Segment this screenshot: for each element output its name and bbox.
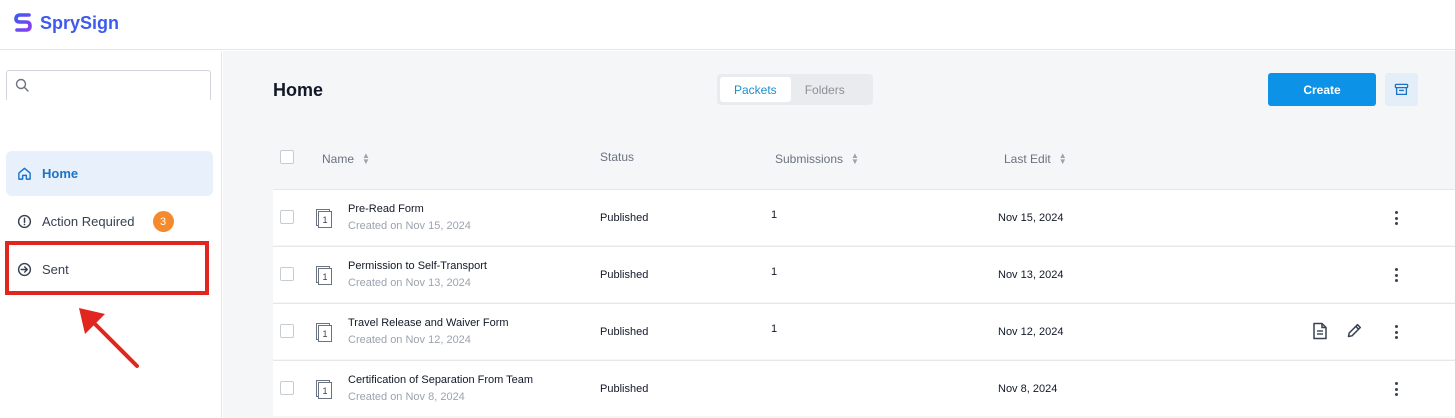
- tab-packets[interactable]: Packets: [720, 77, 791, 102]
- status-text: Published: [600, 326, 649, 338]
- packet-created-date: Created on Nov 13, 2024: [348, 277, 471, 289]
- search-icon: [15, 78, 29, 92]
- archive-button[interactable]: [1385, 73, 1418, 106]
- svg-text:1: 1: [322, 272, 327, 282]
- search-input[interactable]: [6, 70, 211, 100]
- document-icon: 1: [316, 209, 332, 228]
- archive-icon: [1394, 83, 1409, 96]
- status-text: Published: [600, 212, 649, 224]
- alert-circle-icon: [16, 214, 32, 230]
- packet-created-date: Created on Nov 12, 2024: [348, 334, 471, 346]
- sort-icon: ▲ ▼: [362, 151, 370, 166]
- row-checkbox[interactable]: [280, 210, 294, 224]
- submissions-count: 1: [771, 209, 778, 221]
- select-all-checkbox[interactable]: [280, 150, 294, 164]
- sidebar-item-home[interactable]: Home: [6, 151, 213, 196]
- table-row[interactable]: 1 Certification of Separation From Team …: [273, 360, 1455, 416]
- table-row[interactable]: 1 Permission to Self-Transport Created o…: [273, 246, 1455, 302]
- more-options-icon[interactable]: [1391, 323, 1401, 341]
- column-header-name[interactable]: Name ▲ ▼: [322, 151, 370, 167]
- sidebar: Home Action Required 3 Sent: [0, 51, 222, 418]
- sidebar-item-action-required[interactable]: Action Required 3: [6, 199, 213, 244]
- sidebar-item-label: Home: [42, 166, 79, 181]
- packet-created-date: Created on Nov 8, 2024: [348, 391, 465, 403]
- packet-name[interactable]: Permission to Self-Transport: [348, 260, 487, 272]
- document-icon: 1: [316, 266, 332, 285]
- sprysign-logo-icon: [14, 13, 32, 32]
- more-options-icon[interactable]: [1391, 209, 1401, 227]
- main-content: Home Packets Folders Create Name ▲ ▼ Stat…: [223, 51, 1455, 418]
- svg-text:1: 1: [322, 215, 327, 225]
- column-header-last-edit[interactable]: Last Edit ▲ ▼: [1004, 151, 1067, 167]
- packet-name[interactable]: Pre-Read Form: [348, 203, 424, 215]
- page-title: Home: [273, 80, 324, 100]
- packet-name[interactable]: Travel Release and Waiver Form: [348, 317, 509, 329]
- tab-folders[interactable]: Folders: [791, 77, 859, 102]
- svg-text:1: 1: [322, 329, 327, 339]
- row-checkbox[interactable]: [280, 324, 294, 338]
- annotation-arrow-icon: [79, 308, 139, 368]
- row-checkbox[interactable]: [280, 267, 294, 281]
- create-button[interactable]: Create: [1268, 73, 1376, 106]
- home-icon: [16, 166, 32, 182]
- sort-icon: ▲ ▼: [851, 151, 859, 166]
- status-text: Published: [600, 269, 649, 281]
- document-icon: 1: [316, 323, 332, 342]
- top-bar: SprySign: [0, 0, 1455, 50]
- edit-pencil-icon[interactable]: [1346, 322, 1363, 339]
- view-submissions-icon[interactable]: [1312, 322, 1328, 340]
- svg-text:1: 1: [322, 386, 327, 396]
- document-icon: 1: [316, 380, 332, 399]
- last-edit-date: Nov 13, 2024: [998, 269, 1064, 281]
- annotation-highlight-box: [5, 241, 209, 295]
- more-options-icon[interactable]: [1391, 266, 1401, 284]
- last-edit-date: Nov 15, 2024: [998, 212, 1064, 224]
- app-logo[interactable]: SprySign: [14, 12, 119, 34]
- column-header-submissions[interactable]: Submissions ▲ ▼: [775, 151, 859, 167]
- packet-created-date: Created on Nov 15, 2024: [348, 220, 471, 232]
- packet-name[interactable]: Certification of Separation From Team: [348, 374, 533, 386]
- status-text: Published: [600, 383, 649, 395]
- table-row[interactable]: 1 Travel Release and Waiver Form Created…: [273, 303, 1455, 359]
- submissions-count: 1: [771, 323, 778, 335]
- view-tabs: Packets Folders: [717, 74, 873, 105]
- sidebar-item-label: Action Required: [42, 214, 135, 229]
- app-name: SprySign: [40, 12, 120, 33]
- table-header: Name ▲ ▼ Status Submissions ▲ ▼ Last Edit …: [273, 137, 1455, 189]
- sort-icon: ▲ ▼: [1058, 151, 1067, 166]
- column-header-status: Status: [600, 150, 635, 164]
- row-checkbox[interactable]: [280, 381, 294, 395]
- submissions-count: 1: [771, 266, 778, 278]
- more-options-icon[interactable]: [1391, 380, 1401, 398]
- last-edit-date: Nov 8, 2024: [998, 383, 1058, 395]
- action-required-count-badge: 3: [152, 211, 174, 232]
- table-row[interactable]: 1 Pre-Read Form Created on Nov 15, 2024 …: [273, 189, 1455, 245]
- last-edit-date: Nov 12, 2024: [998, 326, 1064, 338]
